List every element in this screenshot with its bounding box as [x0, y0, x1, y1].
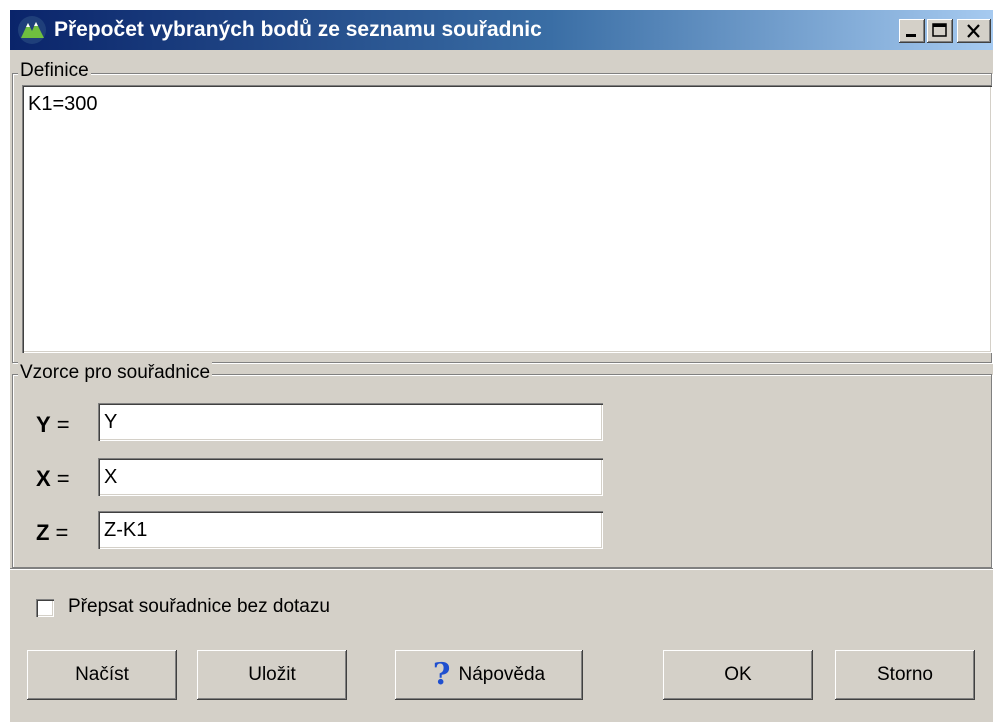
ok-button[interactable]: OK	[663, 650, 813, 700]
help-button[interactable]: ? Nápověda	[395, 650, 583, 700]
help-icon: ?	[432, 657, 451, 692]
maximize-button[interactable]	[927, 19, 953, 43]
maximize-icon	[932, 23, 947, 37]
window-title: Přepočet vybraných bodů ze seznamu souřa…	[54, 18, 542, 41]
load-button-label: Načíst	[75, 664, 129, 685]
definition-textarea[interactable]: K1=300	[22, 85, 992, 353]
save-button[interactable]: Uložit	[197, 650, 347, 700]
ok-button-label: OK	[724, 664, 752, 685]
z-formula-input[interactable]: Z-K1	[98, 511, 603, 549]
close-button[interactable]	[957, 19, 991, 43]
title-bar[interactable]: Přepočet vybraných bodů ze seznamu souřa…	[10, 10, 993, 50]
cancel-button-label: Storno	[877, 664, 933, 685]
load-button[interactable]: Načíst	[27, 650, 177, 700]
separator	[10, 568, 993, 570]
y-formula-input[interactable]: Y	[98, 403, 603, 441]
app-icon	[16, 14, 48, 46]
cancel-button[interactable]: Storno	[835, 650, 975, 700]
help-button-label: Nápověda	[458, 664, 546, 685]
overwrite-checkbox-label[interactable]: Přepsat souřadnice bez dotazu	[68, 595, 330, 619]
z-label: Z =	[36, 520, 69, 545]
formulas-legend: Vzorce pro souřadnice	[18, 362, 213, 384]
dialog-window: Přepočet vybraných bodů ze seznamu souřa…	[10, 10, 993, 722]
overwrite-checkbox[interactable]	[36, 599, 54, 617]
minimize-icon	[906, 34, 916, 37]
save-button-label: Uložit	[248, 664, 296, 685]
close-icon	[967, 24, 980, 38]
minimize-button[interactable]	[899, 19, 925, 43]
x-label: X =	[36, 466, 70, 491]
definice-legend: Definice	[18, 60, 91, 82]
x-formula-input[interactable]: X	[98, 458, 603, 496]
y-label: Y =	[36, 412, 70, 437]
